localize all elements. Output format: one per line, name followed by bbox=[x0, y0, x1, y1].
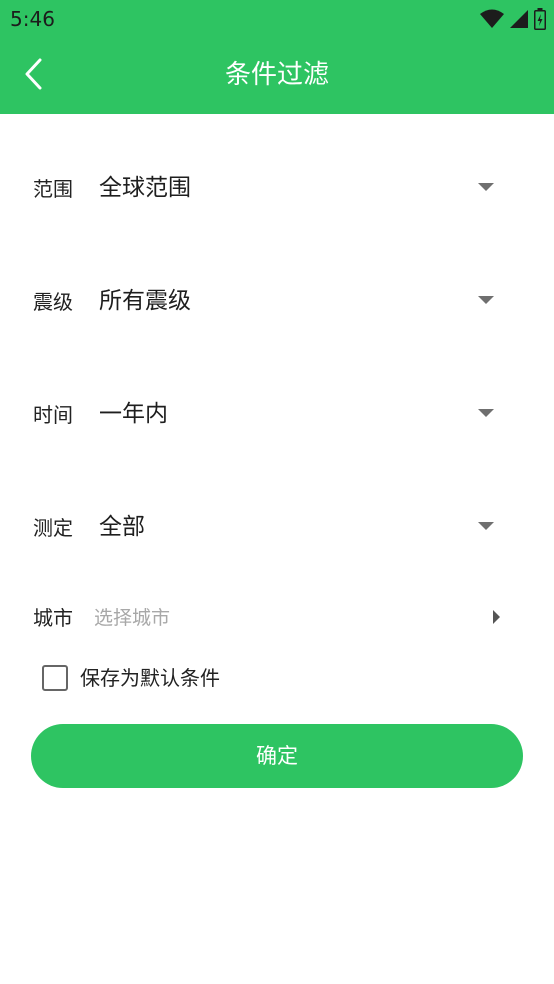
filter-row-range[interactable]: 范围 全球范围 bbox=[0, 159, 554, 219]
save-default-label: 保存为默认条件 bbox=[80, 666, 220, 690]
city-selector[interactable]: 城市 选择城市 bbox=[0, 592, 554, 642]
dropdown-arrow-icon bbox=[478, 409, 494, 417]
status-time: 5:46 bbox=[10, 7, 55, 31]
save-default-option[interactable]: 保存为默认条件 bbox=[0, 656, 554, 702]
status-icons bbox=[480, 8, 546, 30]
status-bar: 5:46 bbox=[0, 0, 554, 38]
filter-value-magnitude: 所有震级 bbox=[99, 288, 191, 314]
filter-value-measurement: 全部 bbox=[99, 514, 145, 540]
filter-label-magnitude: 震级 bbox=[33, 290, 73, 314]
dropdown-arrow-icon bbox=[478, 183, 494, 191]
city-label: 城市 bbox=[33, 606, 73, 630]
app-bar: 条件过滤 bbox=[0, 38, 554, 114]
confirm-button[interactable]: 确定 bbox=[31, 724, 523, 788]
page-title: 条件过滤 bbox=[224, 60, 329, 90]
battery-icon bbox=[534, 8, 546, 30]
filter-row-time[interactable]: 时间 一年内 bbox=[0, 385, 554, 445]
filter-row-measurement[interactable]: 测定 全部 bbox=[0, 498, 554, 558]
dropdown-arrow-icon bbox=[478, 296, 494, 304]
filter-label-measurement: 测定 bbox=[33, 516, 73, 540]
filter-label-time: 时间 bbox=[33, 403, 73, 427]
filter-label-range: 范围 bbox=[33, 177, 73, 201]
filter-value-range: 全球范围 bbox=[99, 175, 191, 201]
save-default-checkbox[interactable] bbox=[42, 665, 68, 691]
chevron-right-icon bbox=[493, 610, 500, 624]
wifi-icon bbox=[480, 9, 504, 28]
filter-row-magnitude[interactable]: 震级 所有震级 bbox=[0, 272, 554, 332]
city-placeholder: 选择城市 bbox=[94, 607, 171, 629]
filter-value-time: 一年内 bbox=[99, 401, 168, 427]
signal-icon bbox=[510, 10, 528, 28]
dropdown-arrow-icon bbox=[478, 522, 494, 530]
